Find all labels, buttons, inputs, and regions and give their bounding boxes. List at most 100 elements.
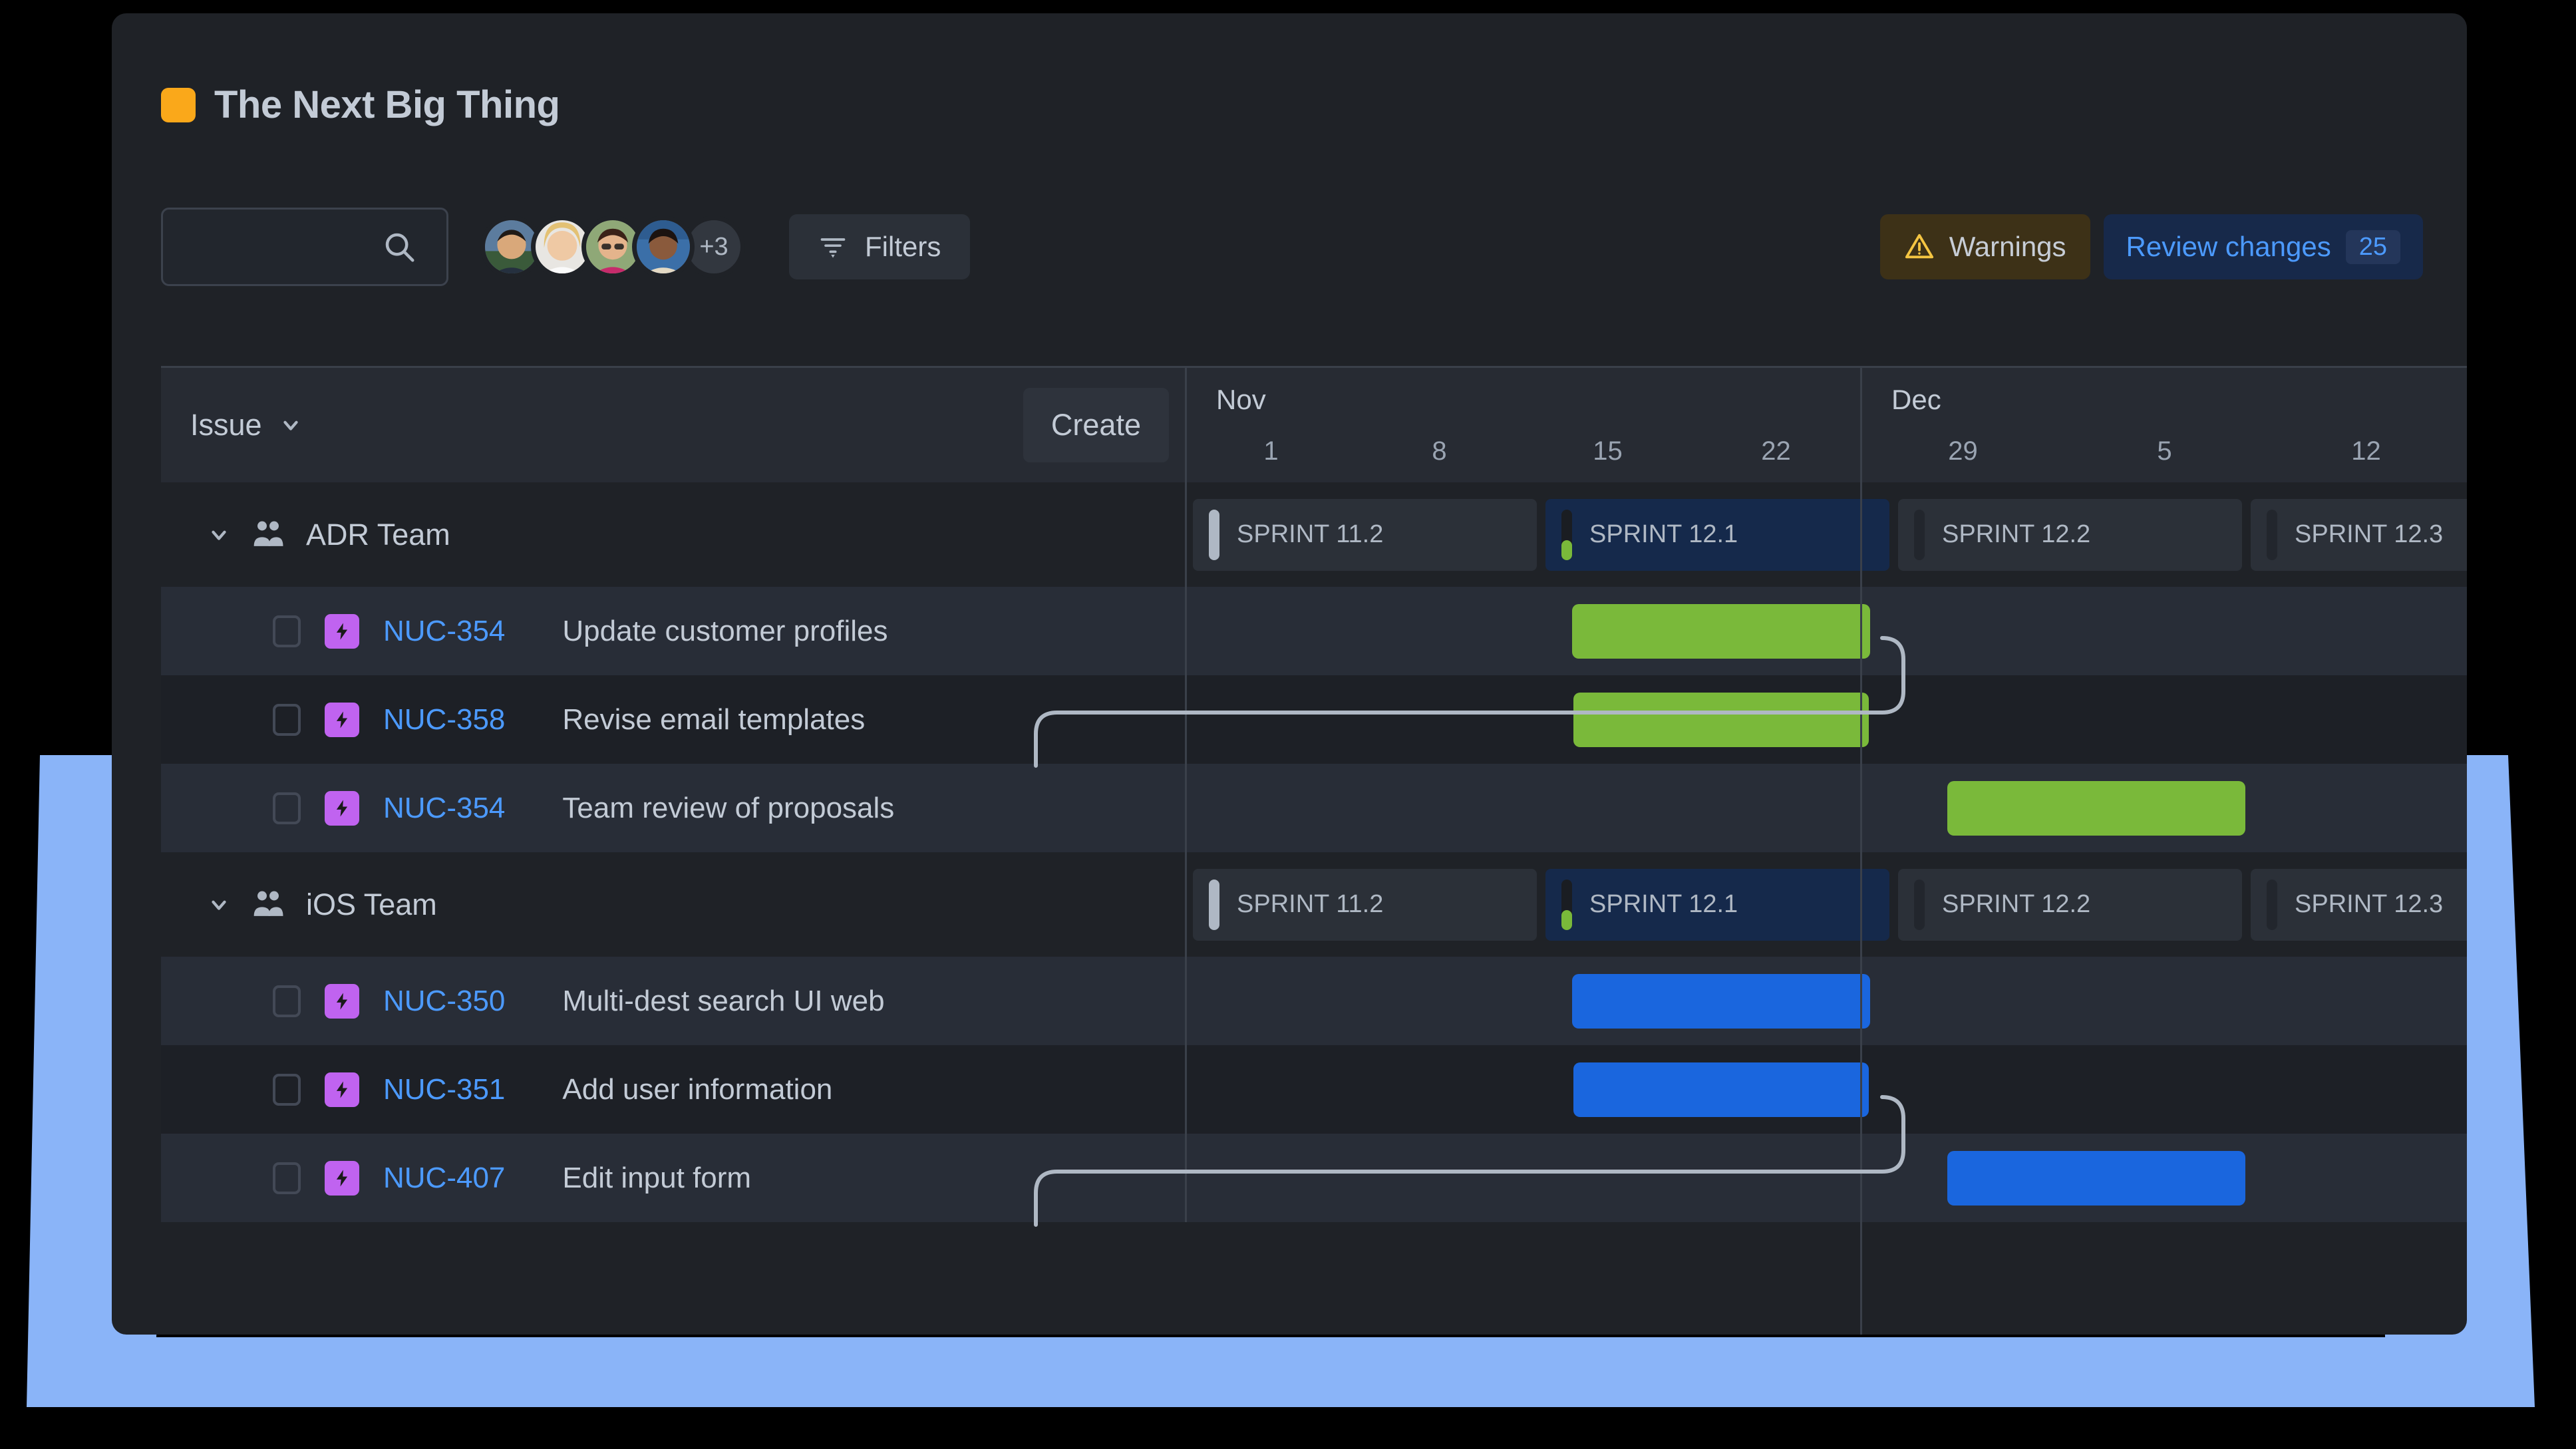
gantt-bar[interactable] [1947, 1150, 2246, 1206]
table-row[interactable]: NUC-350 Multi-dest search UI web [161, 957, 2467, 1045]
chevron-down-icon [283, 420, 298, 430]
table-row[interactable]: NUC-351 Add user information [161, 1045, 2467, 1134]
toolbar: +3 Filters Warnings Review changes 25 [161, 206, 2423, 287]
issue-key-link[interactable]: NUC-354 [383, 615, 505, 648]
gantt-bar[interactable] [1572, 973, 1871, 1029]
issue-row-left: NUC-358 Revise email templates [161, 675, 1187, 764]
table-row[interactable]: NUC-407 Edit input form [161, 1134, 2467, 1222]
row-checkbox[interactable] [273, 985, 301, 1017]
chevron-down-icon[interactable] [208, 524, 230, 546]
lightning-bolt-icon [336, 1170, 348, 1186]
table-row[interactable]: NUC-354 Team review of proposals [161, 764, 2467, 852]
issue-type-badge [325, 613, 359, 649]
review-changes-label: Review changes [2126, 231, 2331, 262]
sprint-progress-pill [1561, 879, 1572, 930]
avatar-photo-4 [637, 220, 690, 273]
table-row[interactable]: NUC-354 Update customer profiles [161, 587, 2467, 675]
week-tick: 5 [2157, 436, 2172, 466]
create-button[interactable]: Create [1023, 388, 1169, 462]
issue-summary: Edit input form [562, 1161, 752, 1194]
avatar[interactable] [632, 216, 695, 278]
group-row-left: ADR Team [161, 482, 1187, 587]
timeline-grid: Issue Create Nov 1 8 15 22 Dec 29 5 12 A… [161, 366, 2467, 1335]
issue-key-link[interactable]: NUC-351 [383, 1073, 505, 1106]
gantt-bar[interactable] [1573, 1062, 1869, 1117]
issue-row-left: NUC-350 Multi-dest search UI web [161, 957, 1187, 1045]
group-sprint-track: SPRINT 11.2 SPRINT 12.1 SPRINT 12.2 SPRI… [1187, 852, 2467, 957]
issue-summary: Add user information [562, 1072, 833, 1106]
sprint-label: SPRINT 12.1 [1589, 890, 1738, 918]
sprint-chip[interactable]: SPRINT 12.3 [2251, 498, 2467, 571]
sprint-chip[interactable]: SPRINT 12.3 [2251, 868, 2467, 941]
warnings-label: Warnings [1949, 231, 2066, 262]
review-changes-button[interactable]: Review changes 25 [2103, 214, 2423, 279]
month-label: Nov [1216, 384, 1266, 415]
sprint-label: SPRINT 12.2 [1942, 520, 2091, 548]
issue-summary: Multi-dest search UI web [562, 984, 885, 1017]
group-row-left: iOS Team [161, 852, 1187, 957]
toolbar-actions: Warnings Review changes 25 [1879, 214, 2423, 279]
search-icon [385, 233, 414, 262]
sprint-chip[interactable]: SPRINT 11.2 [1193, 868, 1537, 941]
search-input[interactable] [161, 208, 448, 286]
sprint-label: SPRINT 12.2 [1942, 890, 2091, 918]
sprint-chip-current[interactable]: SPRINT 12.1 [1545, 868, 1889, 941]
week-tick: 29 [1948, 436, 1978, 466]
gantt-bar[interactable] [1573, 692, 1869, 747]
issue-type-badge [325, 702, 359, 737]
warnings-button[interactable]: Warnings [1879, 214, 2090, 279]
month-column-nov: Nov 1 8 15 22 [1187, 368, 1860, 482]
lightning-bolt-icon [336, 993, 348, 1009]
week-tick: 8 [1432, 436, 1447, 466]
page-title: The Next Big Thing [214, 83, 560, 126]
row-checkbox[interactable] [273, 792, 301, 824]
group-row-adr-team[interactable]: ADR Team SPRINT 11.2 SPRINT 12.1 SPRINT … [161, 482, 2467, 587]
assignee-avatar-group[interactable]: +3 [480, 216, 745, 278]
filters-button[interactable]: Filters [789, 214, 971, 279]
issue-column-select[interactable]: Issue [190, 408, 302, 442]
group-sprint-track: SPRINT 11.2 SPRINT 12.1 SPRINT 12.2 SPRI… [1187, 482, 2467, 587]
gantt-bar[interactable] [1947, 780, 2246, 836]
chevron-down-icon[interactable] [208, 893, 230, 916]
sprint-progress-pill [1914, 879, 1925, 930]
week-tick: 15 [1593, 436, 1623, 466]
sprint-progress-pill [1209, 509, 1219, 560]
row-checkbox[interactable] [273, 1162, 301, 1194]
issue-key-link[interactable]: NUC-350 [383, 985, 505, 1018]
filters-label: Filters [865, 231, 941, 262]
review-changes-count: 25 [2345, 230, 2400, 264]
table-row[interactable]: NUC-358 Revise email templates [161, 675, 2467, 764]
group-name: ADR Team [306, 517, 450, 552]
week-tick-row: 1 8 15 22 [1187, 436, 1860, 466]
row-checkbox[interactable] [273, 615, 301, 647]
project-avatar-swatch [161, 87, 196, 122]
issue-timeline-cell [1187, 764, 2467, 852]
issue-timeline-cell [1187, 587, 2467, 675]
filter-icon [820, 238, 846, 258]
grid-header-left: Issue Create [161, 368, 1187, 482]
issue-column-label: Issue [190, 408, 262, 442]
sprint-label: SPRINT 11.2 [1237, 890, 1384, 918]
sprint-chip[interactable]: SPRINT 12.2 [1898, 498, 2242, 571]
issue-summary: Revise email templates [562, 703, 866, 736]
issue-type-badge [325, 1160, 359, 1196]
issue-row-left: NUC-407 Edit input form [161, 1134, 1187, 1222]
sprint-chip-current[interactable]: SPRINT 12.1 [1545, 498, 1889, 571]
sprint-chip[interactable]: SPRINT 11.2 [1193, 498, 1537, 571]
issue-key-link[interactable]: NUC-407 [383, 1162, 505, 1195]
page-title-row: The Next Big Thing [161, 82, 560, 127]
row-checkbox[interactable] [273, 1073, 301, 1106]
grid-header-row: Issue Create Nov 1 8 15 22 Dec 29 5 12 [161, 368, 2467, 482]
sprint-progress-pill [1914, 509, 1925, 560]
issue-key-link[interactable]: NUC-354 [383, 792, 505, 825]
gantt-bar[interactable] [1572, 603, 1871, 659]
group-name: iOS Team [306, 887, 437, 921]
row-checkbox[interactable] [273, 703, 301, 736]
group-row-ios-team[interactable]: iOS Team SPRINT 11.2 SPRINT 12.1 SPRINT … [161, 852, 2467, 957]
issue-row-left: NUC-354 Team review of proposals [161, 764, 1187, 852]
sprint-chip[interactable]: SPRINT 12.2 [1898, 868, 2242, 941]
issue-row-left: NUC-354 Update customer profiles [161, 587, 1187, 675]
issue-key-link[interactable]: NUC-358 [383, 703, 505, 736]
week-tick-row: 29 5 12 [1862, 436, 2467, 466]
week-tick: 1 [1263, 436, 1279, 466]
